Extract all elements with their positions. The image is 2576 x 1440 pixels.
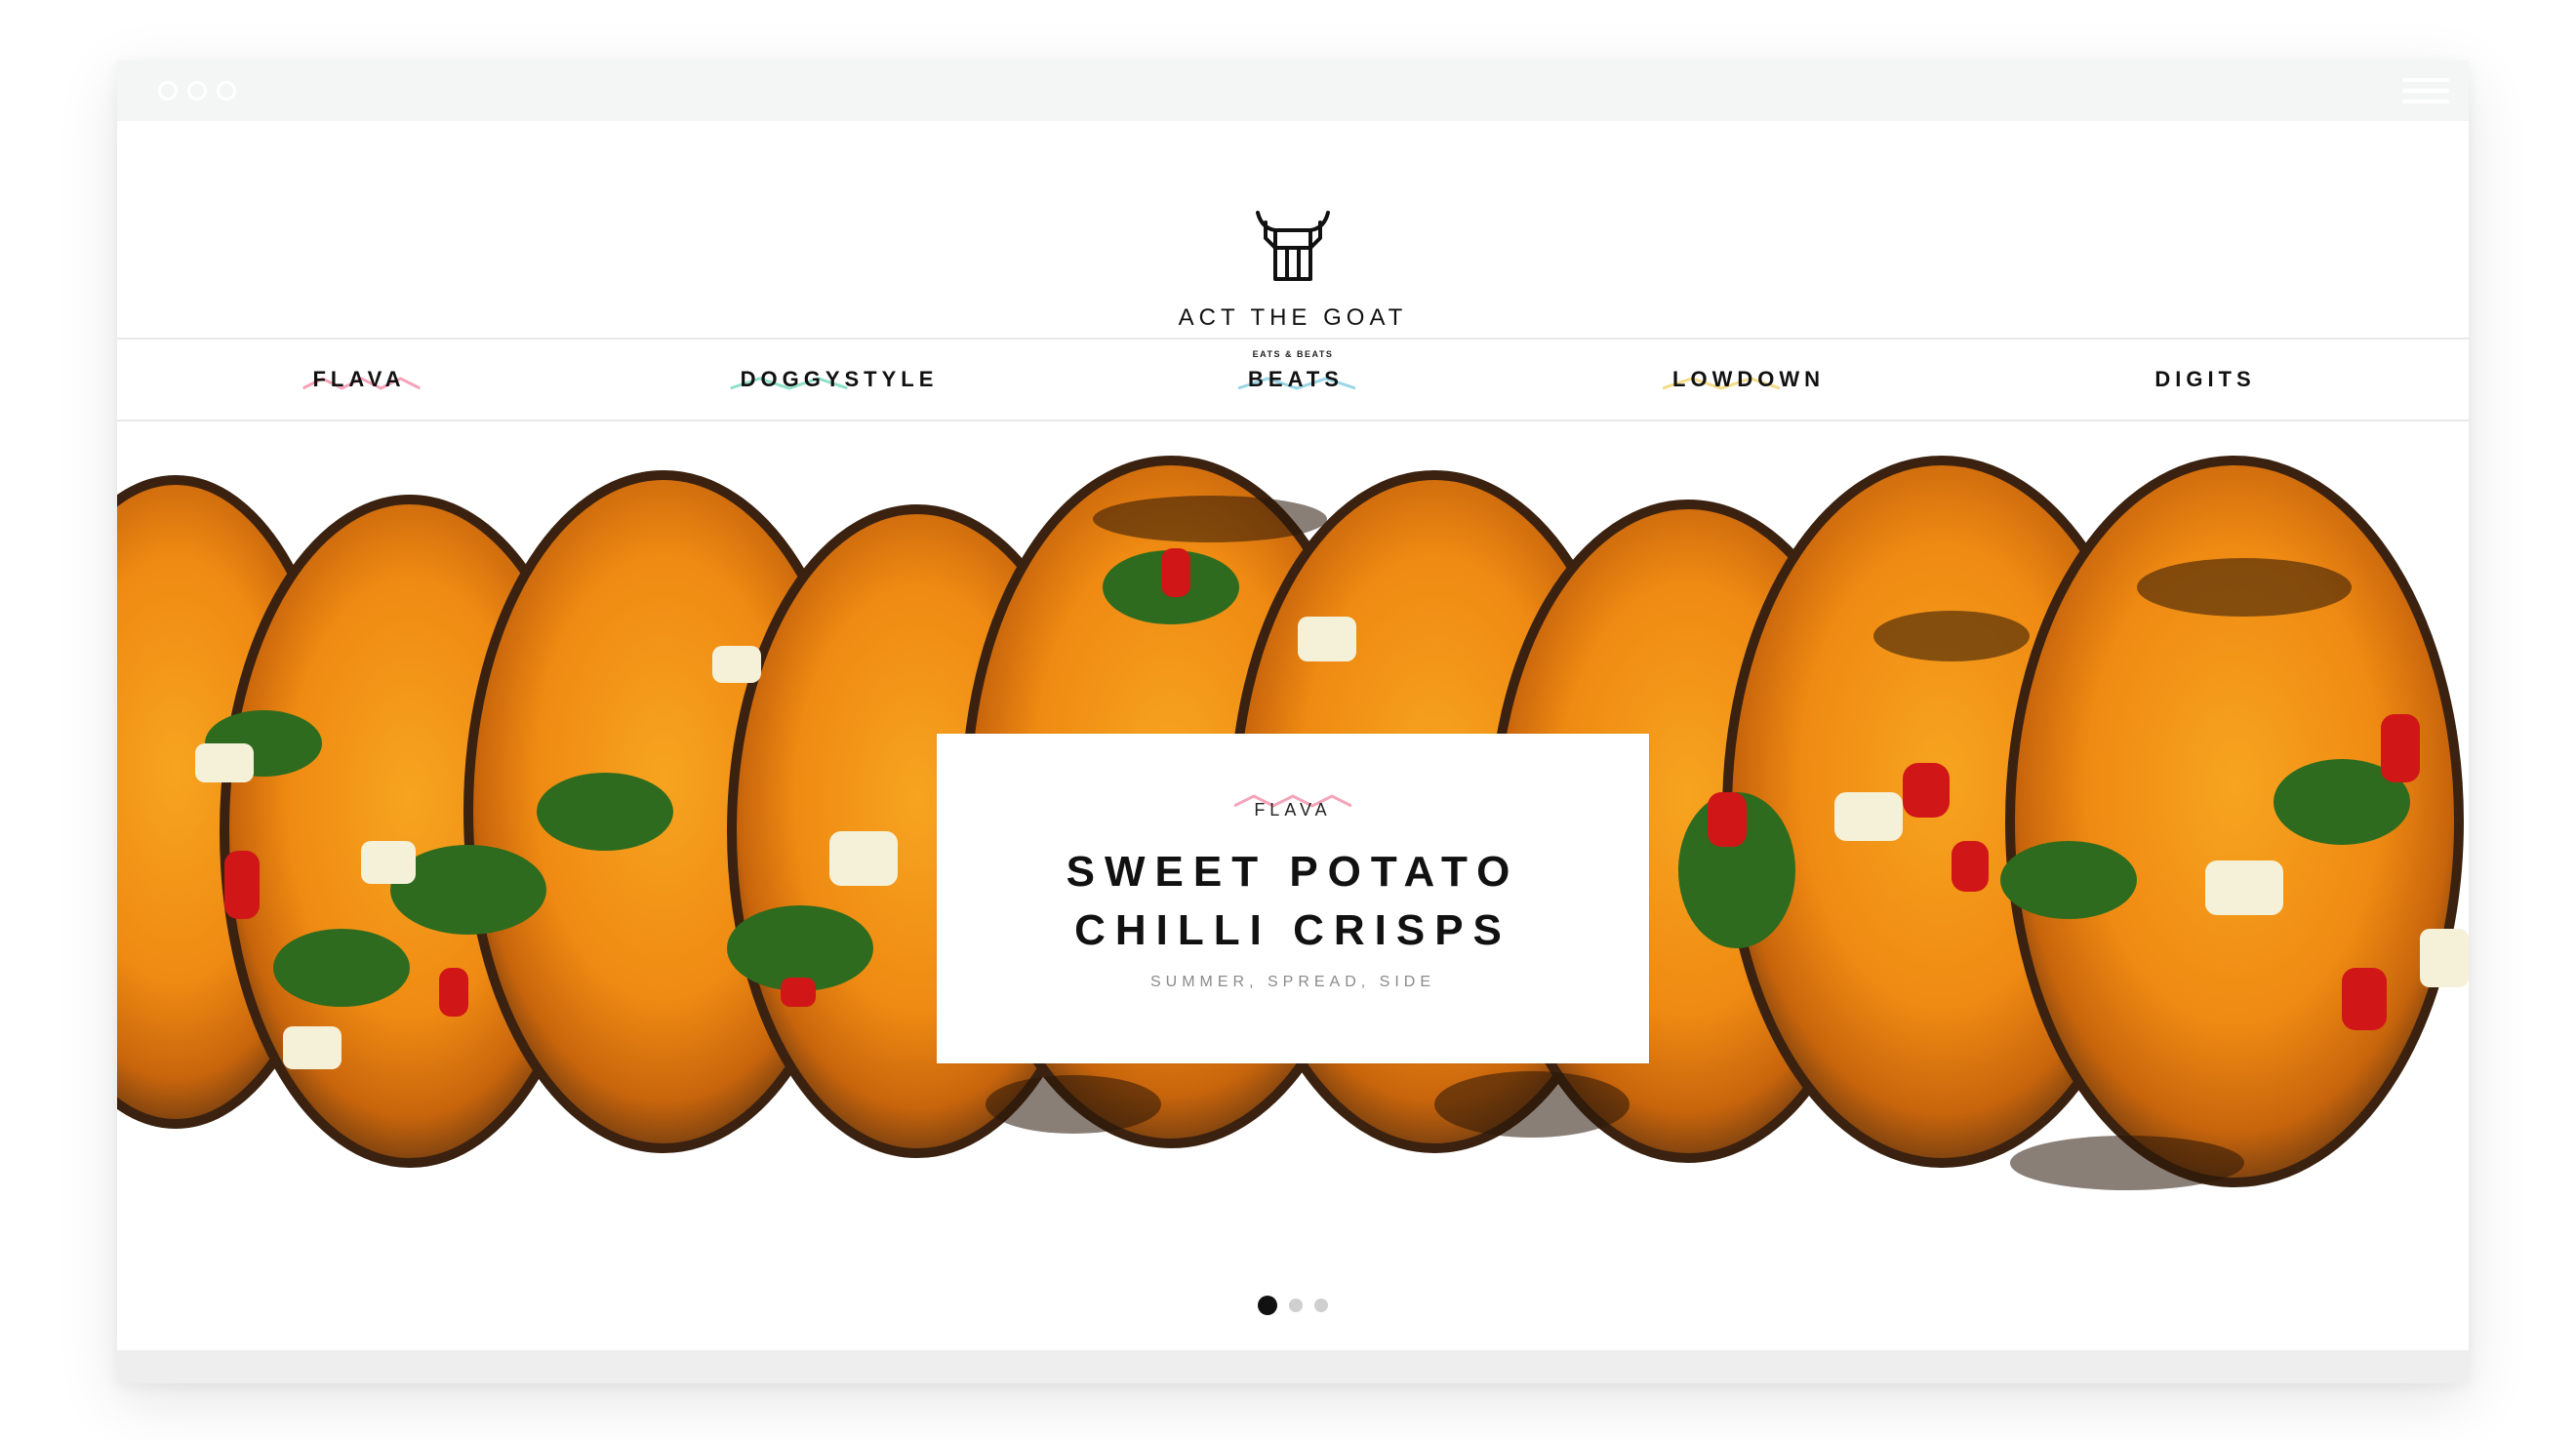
slider-dot-3[interactable] bbox=[1314, 1299, 1328, 1312]
nav-item-label: DIGITS bbox=[2154, 367, 2256, 391]
nav-item-lowdown[interactable]: LOWDOWN bbox=[1663, 367, 1825, 392]
slider-dot-2[interactable] bbox=[1289, 1299, 1303, 1312]
nav-item-label: BEATS bbox=[1248, 367, 1344, 391]
nav-item-flava[interactable]: FLAVA bbox=[302, 367, 421, 392]
goat-head-icon[interactable] bbox=[1252, 209, 1334, 292]
post-category-label: FLAVA bbox=[1254, 800, 1332, 820]
featured-post-card[interactable]: FLAVA SWEET POTATO CHILLI CRISPS SUMMER,… bbox=[937, 734, 1649, 1063]
post-title-line-2: CHILLI CRISPS bbox=[1074, 906, 1511, 954]
maximize-window-button[interactable] bbox=[217, 81, 236, 100]
browser-window: ACT THE GOAT EATS & BEATS FLAVA DOGGYSTY… bbox=[117, 60, 2469, 1383]
nav-item-doggystyle[interactable]: DOGGYSTYLE bbox=[730, 367, 939, 392]
nav-item-label: FLAVA bbox=[312, 367, 406, 391]
post-title-line-1: SWEET POTATO bbox=[1066, 848, 1520, 896]
post-tags: SUMMER, SPREAD, SIDE bbox=[1149, 974, 1436, 990]
footer-strip bbox=[117, 1350, 2469, 1383]
post-category[interactable]: FLAVA bbox=[937, 794, 1649, 820]
nav-item-beats[interactable]: BEATS bbox=[1238, 367, 1356, 392]
hamburger-menu-icon[interactable] bbox=[2402, 78, 2449, 105]
slider-dot-1[interactable] bbox=[1258, 1296, 1277, 1315]
close-window-button[interactable] bbox=[158, 81, 178, 100]
post-title[interactable]: SWEET POTATO CHILLI CRISPS bbox=[937, 843, 1649, 960]
nav-item-label: DOGGYSTYLE bbox=[740, 367, 939, 391]
main-nav: FLAVA DOGGYSTYLE BEATS LOWDOWN DIGITS bbox=[117, 338, 2469, 421]
nav-item-label: LOWDOWN bbox=[1672, 367, 1825, 391]
site-header: ACT THE GOAT EATS & BEATS bbox=[117, 121, 2469, 359]
site-brand[interactable]: ACT THE GOAT bbox=[117, 304, 2469, 332]
window-controls bbox=[158, 81, 236, 100]
browser-chrome bbox=[117, 60, 2469, 121]
nav-item-digits[interactable]: DIGITS bbox=[2154, 367, 2255, 392]
slider-pagination bbox=[1258, 1296, 1328, 1315]
minimize-window-button[interactable] bbox=[187, 81, 207, 100]
